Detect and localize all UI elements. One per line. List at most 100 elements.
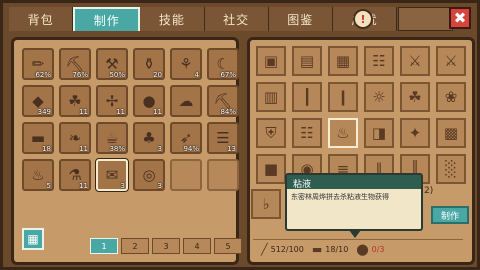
armor-icon: ⛨: [265, 124, 277, 142]
inventory-slot[interactable]: ◆ 349: [22, 85, 54, 117]
inventory-slot[interactable]: ❧ 11: [59, 122, 91, 154]
recipe-slot[interactable]: ⛨: [256, 118, 286, 148]
inventory-slot[interactable]: ♨ 5: [22, 159, 54, 191]
inventory-slot[interactable]: ✉ 3: [96, 159, 128, 191]
recipe-slot[interactable]: ☷: [364, 46, 394, 76]
tooltip-arrow: [349, 230, 361, 238]
recipe-slot[interactable]: ⚔: [400, 46, 430, 76]
wrap-icon: ◨: [371, 124, 387, 142]
slot-count: 20: [153, 71, 162, 79]
inventory-slot[interactable]: ☰ 13: [207, 122, 239, 154]
slot-count: 13: [227, 145, 236, 153]
jar-icon: ⚱: [142, 54, 156, 73]
recipe-slot[interactable]: ▥: [256, 82, 286, 112]
potion-icon: ⚗: [68, 165, 82, 184]
recipe-slot[interactable]: ❙: [328, 82, 358, 112]
slot-count: 3: [157, 182, 162, 190]
herb-icon: ☘: [68, 91, 82, 110]
chest-icon: ▣: [263, 52, 279, 70]
tab-2[interactable]: 技能: [140, 7, 205, 31]
inventory-slot[interactable]: ⚘ 4: [170, 48, 202, 80]
recipe-slot[interactable]: ⚔: [436, 46, 466, 76]
expand-icon[interactable]: ▦: [22, 228, 44, 250]
slot-count: 62%: [35, 71, 51, 79]
wood-icon: ✢: [105, 91, 119, 110]
quantity-label: 2): [424, 186, 434, 196]
inventory-slot[interactable]: ⚒ 50%: [96, 48, 128, 80]
machine-icon: ☷: [300, 124, 314, 142]
bow-icon: ➶: [179, 128, 193, 147]
tab-4[interactable]: 图鉴: [268, 7, 333, 31]
inventory-slot[interactable]: ➶ 94%: [170, 122, 202, 154]
tooltip-description: 东密林周烨拼去杀粘液生物获得: [291, 193, 389, 201]
output-slot[interactable]: ♭: [251, 189, 281, 219]
inventory-slot[interactable]: ● 11: [133, 85, 165, 117]
slot-count: 38%: [109, 145, 125, 153]
recipe-slot[interactable]: ♨: [328, 118, 358, 148]
inventory-slot[interactable]: ✢ 11: [96, 85, 128, 117]
log-icon: ╱: [261, 243, 268, 256]
pin-icon[interactable]: !: [353, 9, 373, 29]
wool-icon: ☁: [178, 91, 194, 110]
star-shape-icon: ✦: [408, 124, 422, 142]
recipe-slot[interactable]: ░: [436, 154, 466, 184]
tab-3[interactable]: 社交: [204, 7, 269, 31]
inventory-slot[interactable]: [207, 159, 239, 191]
requirement-value: 512/100: [270, 245, 304, 254]
inventory-slot[interactable]: ♣ 3: [133, 122, 165, 154]
requirement-slime: ⬤ 0/3: [356, 243, 384, 256]
slot-count: 11: [153, 108, 162, 116]
recipe-slot[interactable]: ☘: [400, 82, 430, 112]
slot-count: 11: [79, 182, 88, 190]
bandage-icon: ☰: [216, 128, 230, 147]
tooltip-title: 粘液: [287, 175, 421, 190]
recipe-slot[interactable]: ☷: [292, 118, 322, 148]
recipe-slot[interactable]: ✦: [400, 118, 430, 148]
page-button-5[interactable]: 5: [214, 238, 242, 254]
inventory-slot[interactable]: ⚗ 11: [59, 159, 91, 191]
pickaxe-icon: ⛏: [65, 54, 85, 73]
inventory-slot[interactable]: ✏ 62%: [22, 48, 54, 80]
slot-count: 50%: [109, 71, 125, 79]
recipe-slot[interactable]: ▤: [292, 46, 322, 76]
inventory-slot[interactable]: ☾ 67%: [207, 48, 239, 80]
slot-count: 3: [120, 182, 125, 190]
inventory-slot[interactable]: ☘ 11: [59, 85, 91, 117]
inventory-slot[interactable]: ☁: [170, 85, 202, 117]
recipe-slot[interactable]: ▦: [328, 46, 358, 76]
inventory-slot[interactable]: ▬ 18: [22, 122, 54, 154]
tab-bar: 背包制作技能社交图鉴成就: [9, 7, 398, 31]
recipe-slot[interactable]: ▣: [256, 46, 286, 76]
inventory-slot[interactable]: [170, 159, 202, 191]
slot-count: 11: [79, 108, 88, 116]
inventory-slot[interactable]: ⛏ 76%: [59, 48, 91, 80]
torch-icon: ♨: [31, 165, 45, 184]
tab-1[interactable]: 制作: [73, 7, 141, 31]
page-button-2[interactable]: 2: [121, 238, 149, 254]
page-button-4[interactable]: 4: [183, 238, 211, 254]
recipe-slot[interactable]: ❀: [436, 82, 466, 112]
page-button-1[interactable]: 1: [90, 238, 118, 254]
meat-icon: ●: [142, 91, 156, 110]
close-button[interactable]: ✖: [449, 7, 471, 29]
grate-icon: ░: [445, 160, 457, 178]
slot-count: 5: [46, 182, 51, 190]
inventory-slot[interactable]: ⛏ 84%: [207, 85, 239, 117]
recipe-slot[interactable]: ▩: [436, 118, 466, 148]
requirements-row: ╱ 512/100 ▬ 18/10 ⬤ 0/3: [261, 243, 393, 256]
recipe-slot[interactable]: ◨: [364, 118, 394, 148]
inventory-panel: ✏ 62% ⛏ 76% ⚒ 50% ⚱ 20 ⚘ 4 ☾ 67% ◆ 349 ☘ 11 ✢ 11 ● 11 ☁ ⛏ 84% ▬…: [11, 37, 242, 265]
inventory-slot[interactable]: ⚱ 20: [133, 48, 165, 80]
inventory-slot[interactable]: ◎ 3: [133, 159, 165, 191]
tab-0[interactable]: 背包: [9, 7, 74, 31]
slot-count: 84%: [220, 108, 236, 116]
barrel-icon: ■: [263, 160, 279, 178]
sickle-icon: ☾: [216, 54, 230, 73]
recipe-slot[interactable]: ┃: [292, 82, 322, 112]
recipe-slot[interactable]: ☼: [364, 82, 394, 112]
page-button-3[interactable]: 3: [152, 238, 180, 254]
craft-button[interactable]: 制作: [431, 206, 469, 224]
inventory-slot[interactable]: ☕ 38%: [96, 122, 128, 154]
plank-icon: ▬: [311, 243, 323, 256]
recipe-slot[interactable]: ■: [256, 154, 286, 184]
